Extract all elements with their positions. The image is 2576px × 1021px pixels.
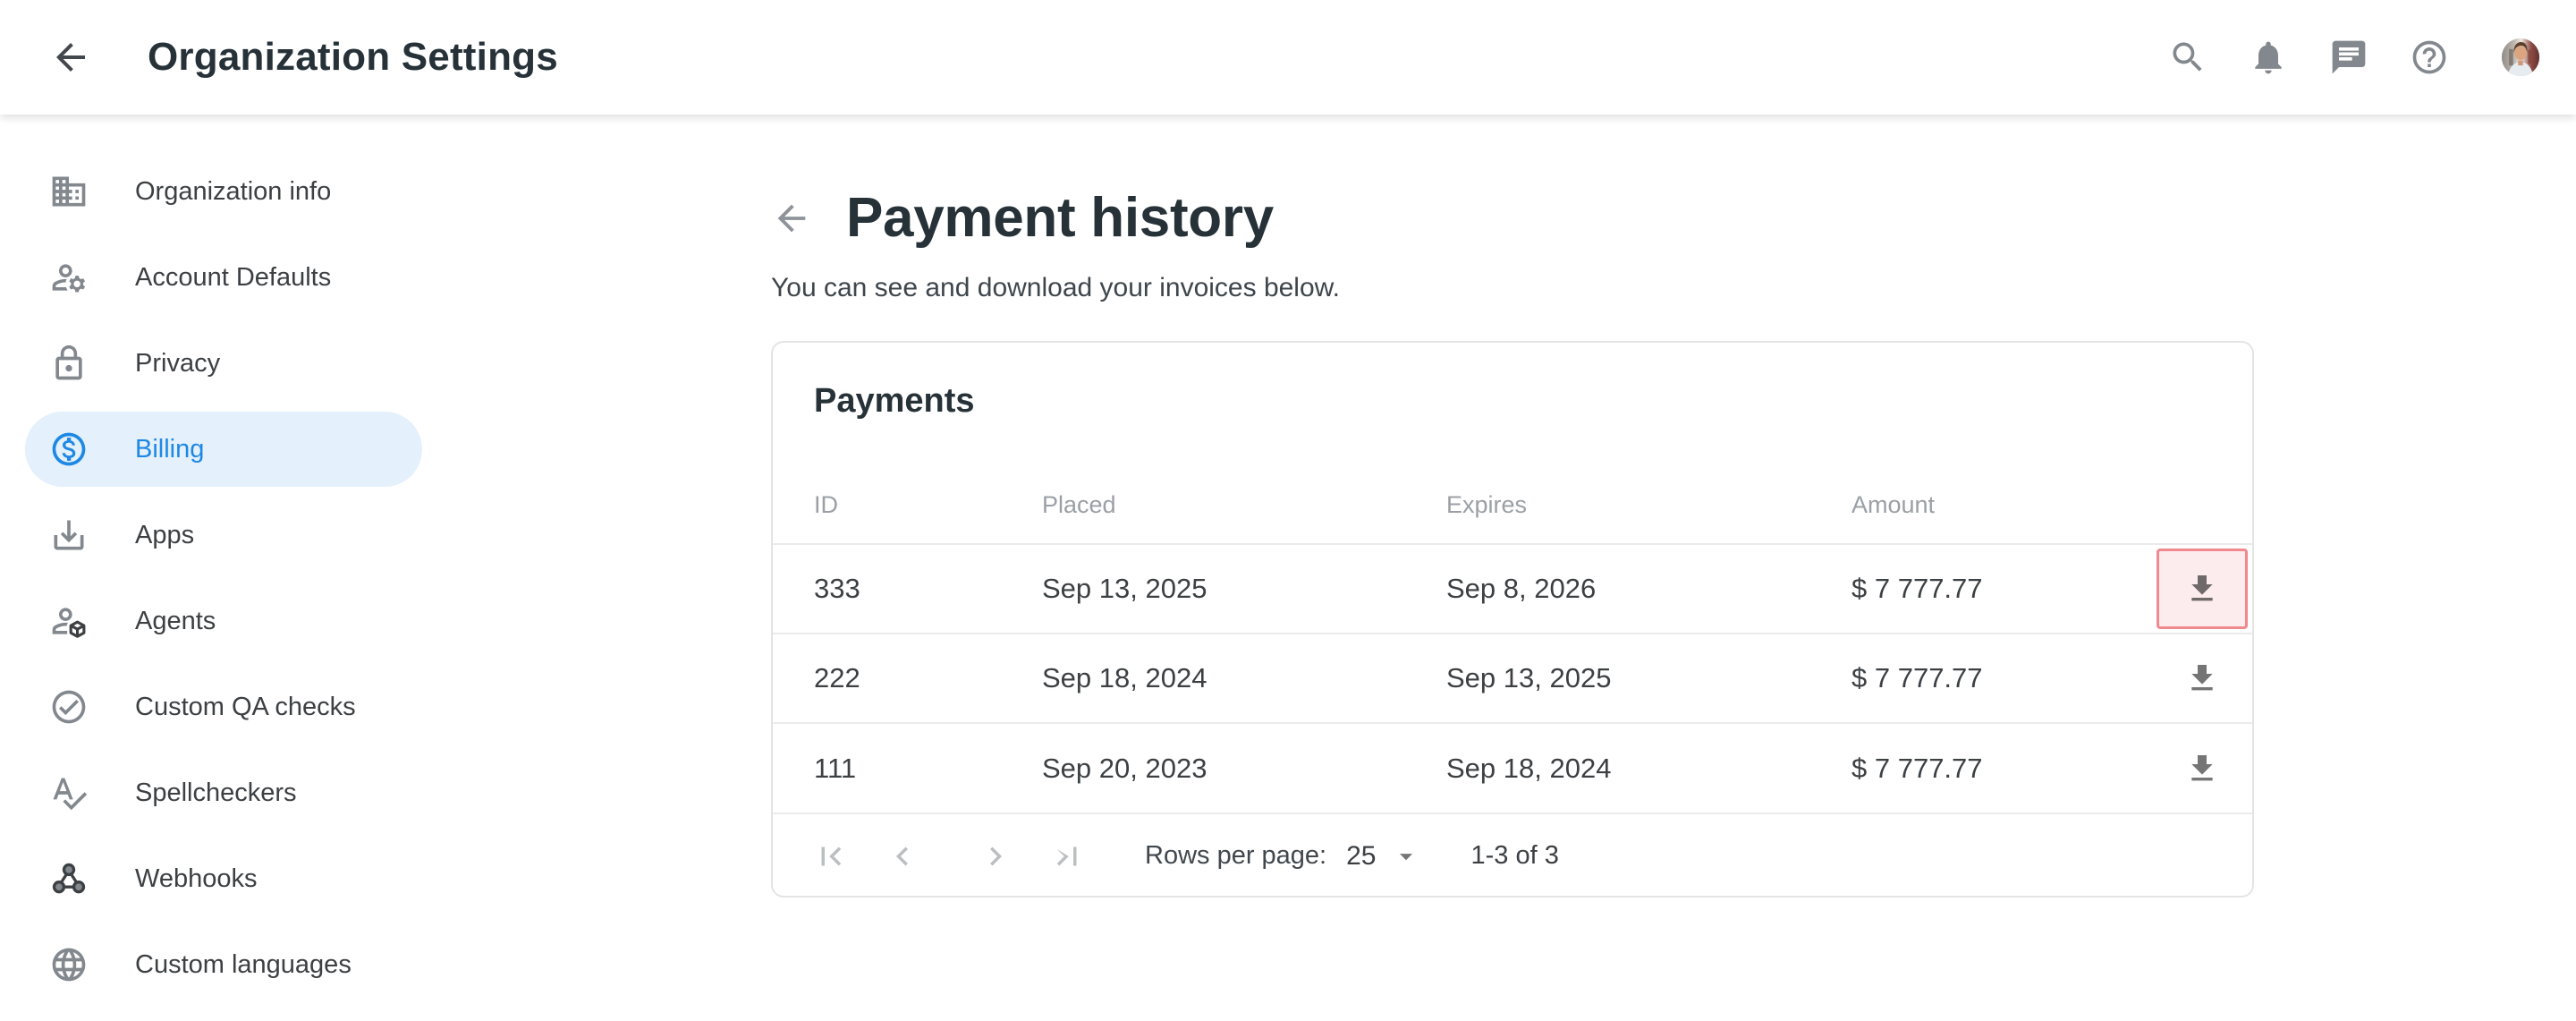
column-header-placed: Placed	[1042, 429, 1446, 544]
chevron-left-icon	[884, 838, 921, 875]
sidebar-item-apps[interactable]: Apps	[25, 498, 422, 573]
sidebar-item-label: Custom languages	[135, 950, 352, 980]
spellcheck-icon	[49, 773, 89, 813]
topbar-actions	[2168, 38, 2540, 77]
payment-placed-cell: Sep 13, 2025	[1042, 544, 1446, 634]
sidebar-item-privacy[interactable]: Privacy	[25, 326, 422, 401]
payment-expires-cell: Sep 18, 2024	[1446, 723, 1852, 813]
back-button[interactable]	[49, 36, 92, 79]
payment-expires-cell: Sep 13, 2025	[1446, 634, 1852, 723]
rows-per-page-label: Rows per page:	[1145, 841, 1326, 871]
payment-id-cell: 222	[773, 634, 1042, 723]
avatar-photo-icon	[2501, 38, 2540, 77]
last-page-button[interactable]	[1048, 838, 1086, 875]
download-invoice-button[interactable]	[2157, 728, 2248, 809]
sidebar-item-label: Billing	[135, 435, 204, 464]
lock-icon	[49, 344, 89, 383]
download-tray-icon	[49, 515, 89, 555]
download-invoice-button[interactable]	[2157, 638, 2248, 719]
sidebar-item-label: Apps	[135, 521, 194, 550]
building-icon	[49, 172, 89, 211]
sidebar-item-custom-qa-checks[interactable]: Custom QA checks	[25, 669, 422, 744]
check-circle-icon	[49, 687, 89, 727]
payment-expires-cell: Sep 8, 2026	[1446, 544, 1852, 634]
payment-amount-cell: $ 7 777.77	[1852, 634, 2152, 723]
bell-icon	[2249, 38, 2288, 77]
payment-id-cell: 111	[773, 723, 1042, 813]
download-icon	[2184, 571, 2220, 607]
chat-icon	[2329, 38, 2368, 77]
payments-card: Payments ID Placed Expires Amount 333	[771, 341, 2254, 898]
rows-per-page-select[interactable]: 25	[1346, 841, 1420, 872]
top-app-bar: Organization Settings	[0, 0, 2576, 115]
sidebar-item-label: Account Defaults	[135, 263, 331, 293]
search-icon	[2168, 38, 2207, 77]
arrow-back-icon	[771, 198, 812, 239]
last-page-icon	[1048, 838, 1086, 875]
column-header-id: ID	[773, 429, 1042, 544]
payment-placed-cell: Sep 20, 2023	[1042, 723, 1446, 813]
sidebar-item-label: Custom QA checks	[135, 693, 356, 722]
settings-sidebar: Organization info Account Defaults Priva…	[0, 115, 447, 1021]
help-icon	[2410, 38, 2449, 77]
payment-amount-cell: $ 7 777.77	[1852, 544, 2152, 634]
rows-per-page-value: 25	[1346, 841, 1376, 872]
sidebar-item-billing[interactable]: Billing	[25, 412, 422, 487]
sidebar-item-spellcheckers[interactable]: Spellcheckers	[25, 755, 422, 830]
card-title: Payments	[773, 343, 2252, 429]
next-page-button[interactable]	[977, 838, 1014, 875]
main-content: Payment history You can see and download…	[447, 115, 2576, 1021]
app-title: Organization Settings	[148, 35, 558, 80]
payment-amount-cell: $ 7 777.77	[1852, 723, 2152, 813]
dropdown-caret-icon	[1377, 841, 1421, 872]
sidebar-item-label: Privacy	[135, 349, 220, 379]
payment-row: 222 Sep 18, 2024 Sep 13, 2025 $ 7 777.77	[773, 634, 2252, 723]
sidebar-item-organization-info[interactable]: Organization info	[25, 154, 422, 229]
column-header-actions	[2152, 429, 2252, 544]
page-subtitle: You can see and download your invoices b…	[771, 273, 2576, 303]
chat-button[interactable]	[2329, 38, 2368, 77]
dollar-circle-icon	[49, 430, 89, 469]
payment-id-cell: 333	[773, 544, 1042, 634]
table-pagination: Rows per page: 25 1-3 of 3	[773, 813, 2252, 898]
user-avatar[interactable]	[2501, 38, 2540, 77]
chevron-right-icon	[977, 838, 1014, 875]
sidebar-item-webhooks[interactable]: Webhooks	[25, 841, 422, 916]
globe-icon	[49, 945, 89, 984]
column-header-amount: Amount	[1852, 429, 2152, 544]
notifications-button[interactable]	[2249, 38, 2288, 77]
sidebar-item-label: Spellcheckers	[135, 779, 297, 808]
page-heading: Payment history	[771, 186, 2576, 250]
download-icon	[2184, 751, 2220, 787]
payment-row: 111 Sep 20, 2023 Sep 18, 2024 $ 7 777.77	[773, 723, 2252, 813]
column-header-expires: Expires	[1446, 429, 1852, 544]
sidebar-item-label: Webhooks	[135, 864, 258, 894]
search-button[interactable]	[2168, 38, 2207, 77]
page-back-button[interactable]	[771, 198, 812, 239]
sidebar-item-custom-languages[interactable]: Custom languages	[25, 927, 422, 1002]
sidebar-item-account-defaults[interactable]: Account Defaults	[25, 240, 422, 315]
download-icon	[2184, 660, 2220, 696]
agent-cube-icon	[49, 601, 89, 641]
table-header-row: ID Placed Expires Amount	[773, 429, 2252, 544]
webhook-icon	[49, 859, 89, 898]
payments-table: ID Placed Expires Amount 333 Sep 13, 202…	[773, 429, 2252, 813]
sidebar-item-label: Agents	[135, 607, 216, 636]
pagination-range-label: 1-3 of 3	[1471, 841, 1559, 871]
download-invoice-button[interactable]	[2157, 549, 2248, 629]
page-title: Payment history	[846, 186, 1274, 250]
page-body: Organization info Account Defaults Priva…	[0, 115, 2576, 1021]
sidebar-item-label: Organization info	[135, 177, 331, 207]
help-button[interactable]	[2410, 38, 2449, 77]
first-page-icon	[812, 838, 850, 875]
payment-row: 333 Sep 13, 2025 Sep 8, 2026 $ 7 777.77	[773, 544, 2252, 634]
first-page-button[interactable]	[812, 838, 850, 875]
account-gear-icon	[49, 258, 89, 297]
payment-placed-cell: Sep 18, 2024	[1042, 634, 1446, 723]
arrow-back-icon	[49, 36, 92, 79]
previous-page-button[interactable]	[884, 838, 921, 875]
sidebar-item-agents[interactable]: Agents	[25, 583, 422, 659]
